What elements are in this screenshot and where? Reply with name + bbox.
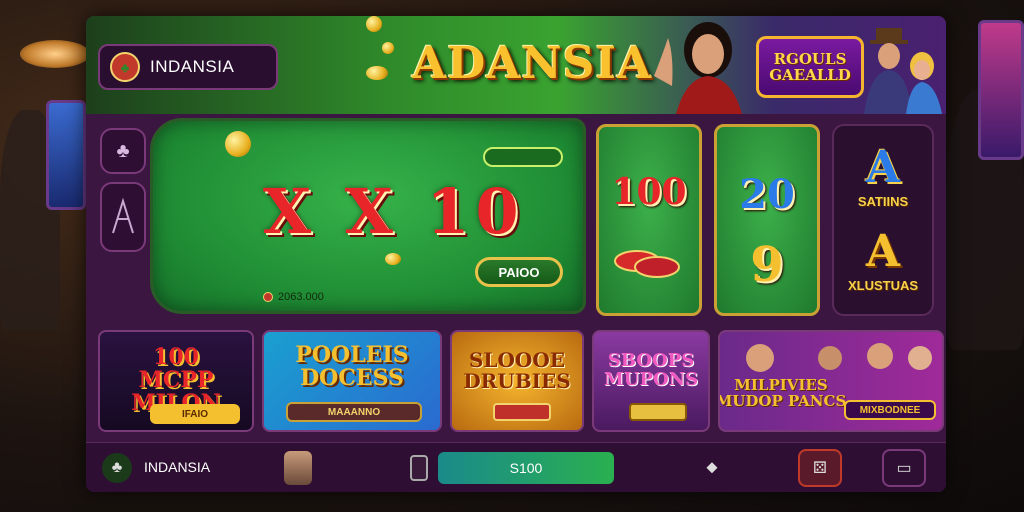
multiplier-display: X X 10 xyxy=(263,175,525,248)
chip-stack-icon xyxy=(614,250,680,278)
gold-bar-icon xyxy=(629,403,687,421)
bottom-bar: ♣ INDANSIA S100 ⬥ ⚄ ▭ xyxy=(86,442,946,492)
chip-icon xyxy=(263,292,273,302)
game-tile[interactable]: SBOOPS MUPONS xyxy=(592,330,710,432)
brand-button[interactable]: ♣ INDANSIA xyxy=(98,44,278,90)
card-9-number: 9 xyxy=(750,237,784,293)
game-tile-title: POOLEIS DOCESS xyxy=(295,342,409,392)
scribble-icon xyxy=(112,197,134,234)
coin-decoration xyxy=(225,131,251,157)
card-100[interactable]: 100 xyxy=(596,124,702,316)
table-play-button[interactable]: PAIOO xyxy=(475,257,563,287)
game-tile-title: SLOOOE DRUBIES xyxy=(463,348,571,393)
side-button-clubs[interactable]: ♣ xyxy=(100,128,146,174)
side-button-draw[interactable] xyxy=(100,182,146,252)
game-tile-characters xyxy=(746,343,932,372)
bottom-nav-wallet[interactable]: ▭ xyxy=(882,449,926,487)
hero-title: ADANSIA xyxy=(412,38,653,89)
hero-couple-illustration xyxy=(864,28,942,114)
game-tile-button[interactable]: IFAIO xyxy=(150,404,240,424)
featured-table-panel[interactable]: X X 10 PAIOO 2063.000 xyxy=(150,118,586,314)
dice-icon: ⚄ xyxy=(813,460,827,477)
hero-woman-illustration xyxy=(654,22,742,114)
bottom-logo-icon: ♣ xyxy=(102,453,132,483)
brand-logo-icon: ♣ xyxy=(110,52,140,82)
background-slot-machine xyxy=(46,100,86,210)
coin-decoration xyxy=(366,66,388,80)
card-100-number: 100 xyxy=(611,171,687,213)
coin-decoration xyxy=(382,42,394,54)
letter-card[interactable]: A SATIINS A XLUSTUAS xyxy=(832,124,934,316)
avatar[interactable] xyxy=(284,451,312,485)
promo-badge-line1: RGOULS xyxy=(773,49,847,68)
background-lamp xyxy=(20,40,90,68)
table-tag xyxy=(483,147,563,167)
game-tile-title: SBOOPS MUPONS xyxy=(603,350,699,390)
header-banner: ♣ INDANSIA ADANSIA RGOULS GAEALLD xyxy=(86,16,946,114)
promo-badge[interactable]: RGOULS GAEALLD xyxy=(756,36,864,98)
game-tile[interactable]: SLOOOE DRUBIES xyxy=(450,330,584,432)
game-tile[interactable]: MILPIVIES MUDOP PANCS MIXBODNEE xyxy=(718,330,944,432)
card-20[interactable]: 20 9 xyxy=(714,124,820,316)
background-slot-machine-right xyxy=(978,20,1024,160)
bottom-nav-shop[interactable]: ⬥ xyxy=(690,449,734,487)
letter-bottom: A xyxy=(865,226,901,277)
clubs-icon: ♣ xyxy=(116,139,130,162)
bottom-brand: INDANSIA xyxy=(144,459,211,475)
coin-decoration xyxy=(366,16,382,32)
coin-decoration xyxy=(385,253,401,265)
game-tile-button[interactable]: MIXBODNEE xyxy=(844,400,936,420)
wallet-icon[interactable] xyxy=(410,455,428,481)
letter-top: A xyxy=(865,142,901,193)
card-20-number: 20 xyxy=(739,171,795,218)
table-balance-value: 2063.000 xyxy=(278,291,324,303)
casino-app-window: ♣ INDANSIA ADANSIA RGOULS GAEALLD ♣ X X … xyxy=(86,16,946,492)
brand-name: INDANSIA xyxy=(150,57,235,76)
game-tile[interactable]: 100 MCPP MILON IFAIO xyxy=(98,330,254,432)
tag-icon: ⬥ xyxy=(706,459,718,476)
letter-top-caption: SATIINS xyxy=(857,194,909,209)
letter-bottom-caption: XLUSTUAS xyxy=(847,278,919,293)
wallet-card-icon: ▭ xyxy=(896,460,912,477)
promo-badge-line2: GAEALLD xyxy=(769,66,851,84)
game-tile-button[interactable]: MAAANNO xyxy=(286,402,422,422)
game-tile[interactable]: POOLEIS DOCESS MAAANNO xyxy=(262,330,442,432)
bottom-nav-games[interactable]: ⚄ xyxy=(798,449,842,487)
balance-amount[interactable]: S100 xyxy=(438,452,614,484)
table-balance: 2063.000 xyxy=(263,291,324,303)
gold-bar-icon xyxy=(493,403,551,421)
